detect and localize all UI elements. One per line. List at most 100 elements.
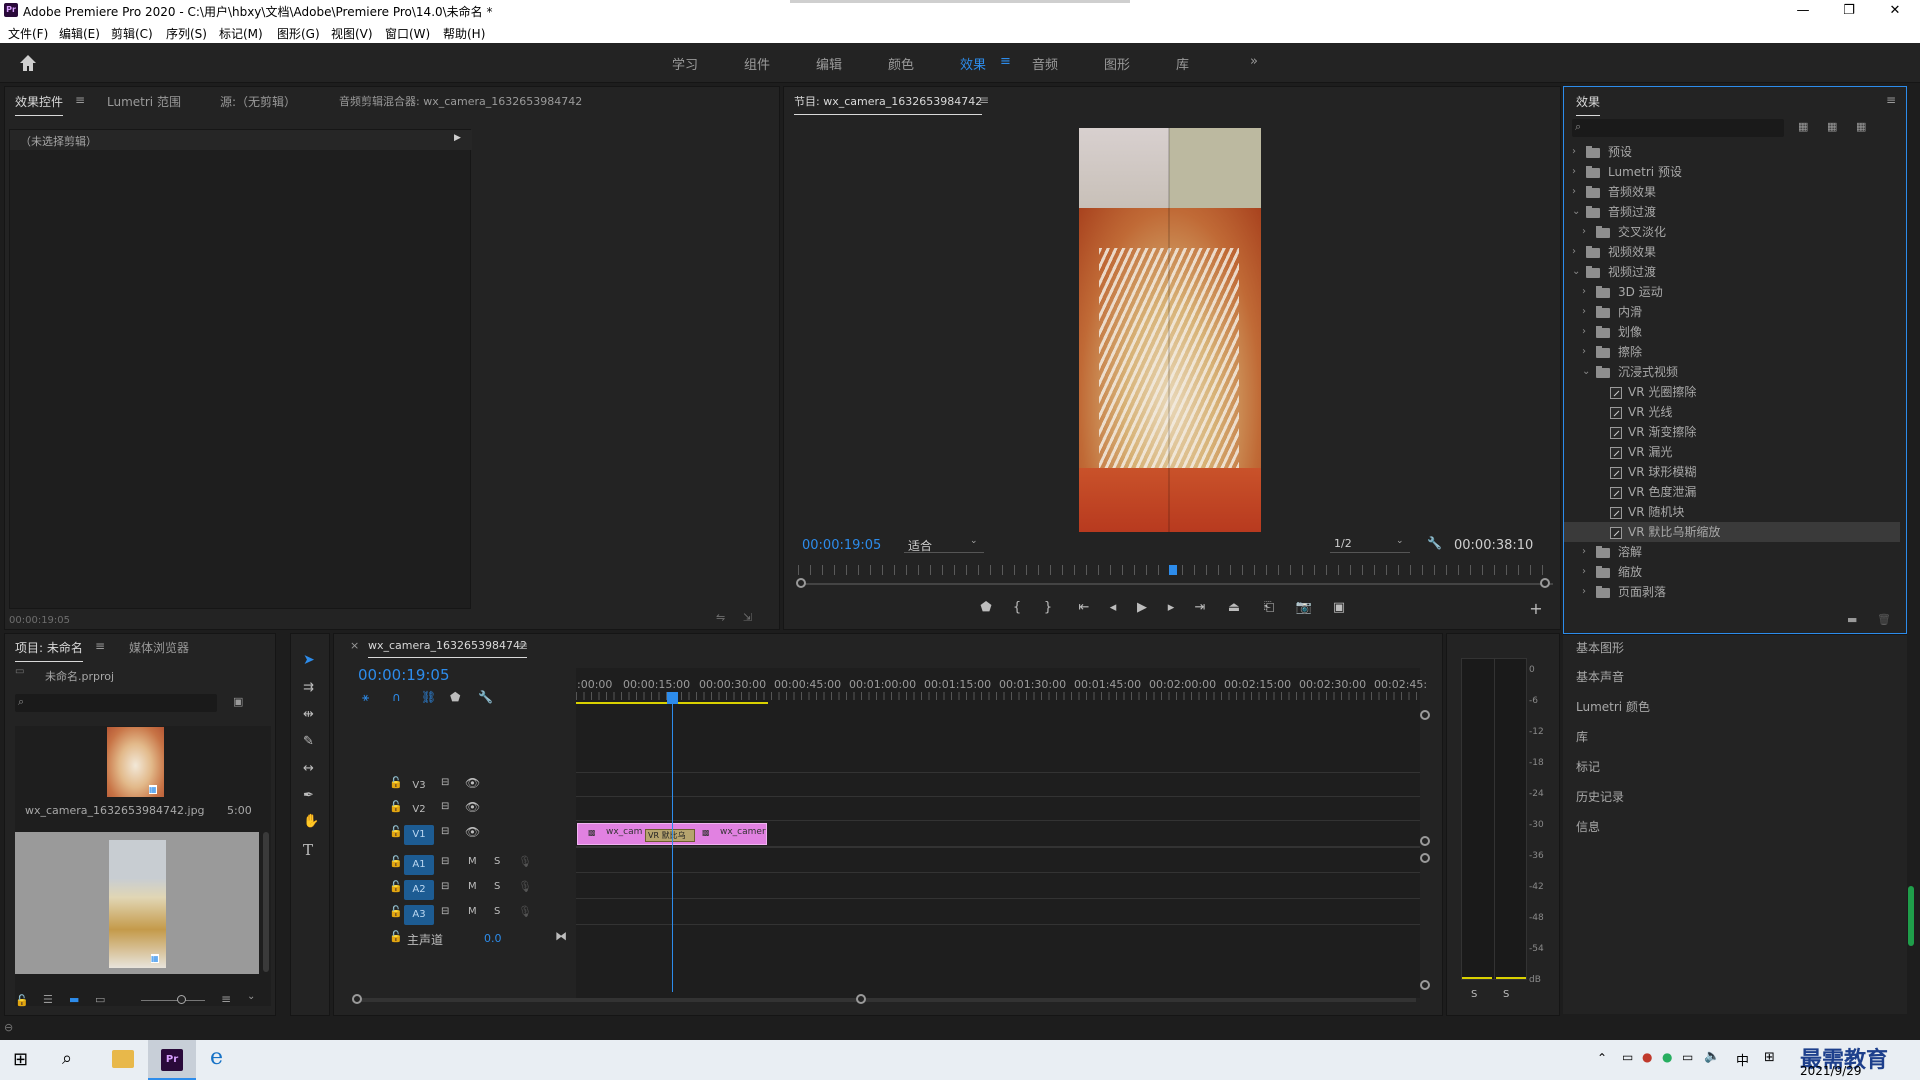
fit-dropdown[interactable]: 适合 ⌄ — [904, 535, 984, 553]
chevron-right-icon[interactable]: › — [1582, 282, 1586, 302]
chevron-right-icon[interactable]: › — [1572, 242, 1576, 262]
mute-button[interactable]: M — [468, 906, 477, 917]
pen-tool-icon[interactable]: ✒ — [303, 788, 314, 803]
effects-search-input[interactable]: ⌕ — [1572, 119, 1784, 137]
workspace-tab-audio[interactable]: 音频 — [1032, 54, 1058, 73]
effect-item[interactable]: VR 球形模糊 — [1564, 462, 1900, 482]
zoom-handle-right[interactable] — [1540, 578, 1550, 588]
track-label-v2[interactable]: V2 — [404, 800, 434, 820]
hand-tool-icon[interactable]: ✋ — [303, 814, 319, 829]
chevron-right-icon[interactable]: › — [1582, 302, 1586, 322]
32bit-effects-icon[interactable]: ▦ — [1827, 120, 1837, 133]
track-label-a2[interactable]: A2 — [404, 880, 434, 900]
master-volume-value[interactable]: 0.0 — [484, 932, 502, 945]
workspace-tab-color[interactable]: 颜色 — [888, 54, 914, 73]
program-zoom-bar[interactable] — [798, 583, 1553, 585]
delete-icon[interactable]: 🗑 — [1877, 613, 1891, 626]
effect-folder[interactable]: › 交叉淡化 — [1564, 222, 1900, 242]
effect-item[interactable]: VR 色度泄漏 — [1564, 482, 1900, 502]
chevron-up-icon[interactable]: ⌃ — [1597, 1051, 1607, 1065]
solo-button[interactable]: S — [494, 906, 500, 917]
add-marker-icon[interactable]: ⬟ — [977, 600, 995, 615]
tab-media-browser[interactable]: 媒体浏览器 — [129, 639, 189, 656]
lock-icon[interactable]: 🔓 — [15, 994, 29, 1007]
vertical-zoom-handle[interactable] — [1420, 710, 1430, 720]
tray-app-icon[interactable]: ● — [1662, 1050, 1672, 1064]
chevron-right-icon[interactable]: › — [1572, 142, 1576, 162]
icon-view-icon[interactable]: ▬ — [69, 993, 79, 1006]
chevron-down-icon[interactable]: ⌄ — [1582, 362, 1590, 382]
close-sequence-icon[interactable]: × — [350, 639, 359, 652]
lock-icon[interactable]: 🔓 — [389, 776, 403, 789]
resolution-dropdown[interactable]: 1/2 ⌄ — [1330, 535, 1410, 553]
chevron-right-icon[interactable]: › — [1572, 182, 1576, 202]
settings-wrench-icon[interactable]: 🔧 — [478, 690, 493, 704]
workspace-tab-effects[interactable]: 效果 — [960, 54, 986, 73]
workspace-tab-graphics[interactable]: 图形 — [1104, 54, 1130, 73]
lock-icon[interactable]: 🔓 — [389, 880, 403, 893]
vertical-zoom-handle[interactable] — [1420, 980, 1430, 990]
eye-icon[interactable]: 👁 — [465, 825, 480, 839]
snap-icon[interactable]: ∩ — [392, 690, 401, 704]
timeline-playhead-line[interactable] — [672, 692, 673, 992]
effect-folder[interactable]: › 溶解 — [1564, 542, 1900, 562]
solo-button[interactable]: S — [494, 856, 500, 867]
effect-folder[interactable]: › 视频效果 — [1564, 242, 1900, 262]
zoom-slider-handle[interactable] — [177, 995, 186, 1004]
sync-lock-icon[interactable]: ⊟ — [441, 777, 449, 788]
wrench-icon[interactable]: 🔧 — [1427, 536, 1442, 550]
file-explorer-icon[interactable] — [112, 1050, 134, 1068]
microphone-icon[interactable]: 🎙 — [518, 905, 532, 918]
volume-icon[interactable]: 🔈 — [1704, 1049, 1720, 1064]
meter-solo-left[interactable]: S — [1471, 989, 1477, 1000]
lift-icon[interactable]: ⏏ — [1225, 600, 1243, 615]
slip-tool-icon[interactable]: ↔ — [303, 761, 314, 776]
ime-indicator[interactable]: 中 — [1736, 1050, 1749, 1069]
chevron-right-icon[interactable]: › — [1582, 542, 1586, 562]
workspace-tab-libraries[interactable]: 库 — [1176, 54, 1189, 73]
program-playhead[interactable] — [1169, 565, 1177, 575]
program-monitor-title[interactable]: 节目: wx_camera_1632653984742 — [794, 93, 983, 115]
effect-item[interactable]: VR 漏光 — [1564, 442, 1900, 462]
track-label-v3[interactable]: V3 — [404, 776, 434, 796]
effect-item[interactable]: VR 渐变擦除 — [1564, 422, 1900, 442]
horizontal-zoom-handle-right[interactable] — [856, 994, 866, 1004]
panel-menu-icon[interactable]: ≡ — [518, 639, 528, 653]
effect-folder[interactable]: › 内滑 — [1564, 302, 1900, 322]
track-label-a1[interactable]: A1 — [404, 855, 434, 875]
sequence-tab[interactable]: wx_camera_1632653984742 — [368, 639, 528, 658]
workspace-tab-learn[interactable]: 学习 — [672, 54, 698, 73]
chevron-right-icon[interactable]: › — [1572, 162, 1576, 182]
effect-item[interactable]: VR 光线 — [1564, 402, 1900, 422]
timeline-horizontal-scrollbar[interactable] — [352, 998, 1416, 1002]
play-arrow-icon[interactable]: ▶ — [454, 133, 461, 143]
panel-libraries[interactable]: 库 — [1576, 728, 1588, 745]
tab-audio-clip-mixer[interactable]: 音频剪辑混合器: wx_camera_1632653984742 — [339, 93, 582, 109]
effect-folder[interactable]: › 音频效果 — [1564, 182, 1900, 202]
mark-out-icon[interactable]: } — [1039, 600, 1057, 615]
panel-history[interactable]: 历史记录 — [1576, 788, 1624, 805]
drag-handle[interactable] — [790, 0, 1130, 3]
effect-folder[interactable]: › 预设 — [1564, 142, 1900, 162]
export-frame-icon[interactable]: 📷 — [1295, 600, 1313, 615]
tray-icon[interactable]: ▭ — [1622, 1050, 1633, 1064]
effect-item[interactable]: VR 光圈擦除 — [1564, 382, 1900, 402]
close-button[interactable]: ✕ — [1872, 0, 1918, 22]
chevron-right-icon[interactable]: › — [1582, 342, 1586, 362]
transition-block[interactable]: VR 默比乌 — [645, 829, 695, 842]
panel-info[interactable]: 信息 — [1576, 818, 1600, 835]
step-back-icon[interactable]: ◂ — [1104, 600, 1122, 615]
clock-date[interactable]: 2021/9/29 — [1800, 1064, 1862, 1078]
lock-icon[interactable]: 🔓 — [389, 905, 403, 918]
panel-menu-icon[interactable]: ≡ — [75, 93, 85, 107]
add-marker-icon[interactable]: ⬟ — [450, 690, 460, 704]
track-select-tool-icon[interactable]: ⇉ — [303, 680, 314, 695]
effect-folder[interactable]: › 缩放 — [1564, 562, 1900, 582]
chevron-right-icon[interactable]: › — [1582, 222, 1586, 242]
play-icon[interactable]: ▶ — [1133, 600, 1151, 615]
menu-file[interactable]: 文件(F) — [8, 25, 48, 42]
vertical-zoom-handle[interactable] — [1420, 853, 1430, 863]
premiere-taskbar-button[interactable]: Pr — [148, 1040, 196, 1080]
mute-button[interactable]: M — [468, 881, 477, 892]
maximize-button[interactable]: ❐ — [1826, 0, 1872, 22]
